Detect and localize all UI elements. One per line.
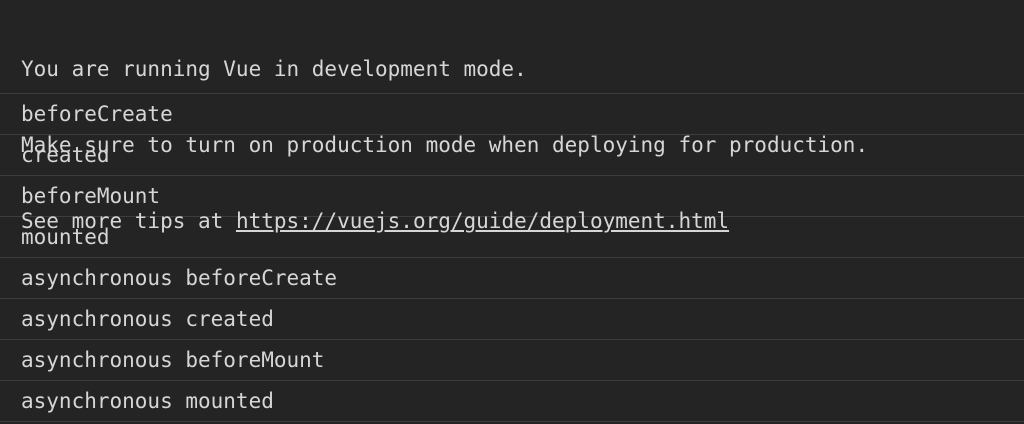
warning-line-1: You are running Vue in development mode. xyxy=(21,57,527,81)
deployment-guide-link[interactable]: https://vuejs.org/guide/deployment.html xyxy=(236,209,729,233)
console-message: asynchronous mounted xyxy=(0,381,1024,422)
console-message-dev-mode-warning: You are running Vue in development mode.… xyxy=(0,0,1024,233)
console-message: asynchronous beforeCreate xyxy=(0,258,1024,299)
console-message: asynchronous beforeMount xyxy=(0,340,1024,381)
console-panel: You are running Vue in development mode.… xyxy=(0,0,1024,424)
console-message: asynchronous created xyxy=(0,299,1024,340)
console-message: beforeCreate xyxy=(0,94,1024,135)
